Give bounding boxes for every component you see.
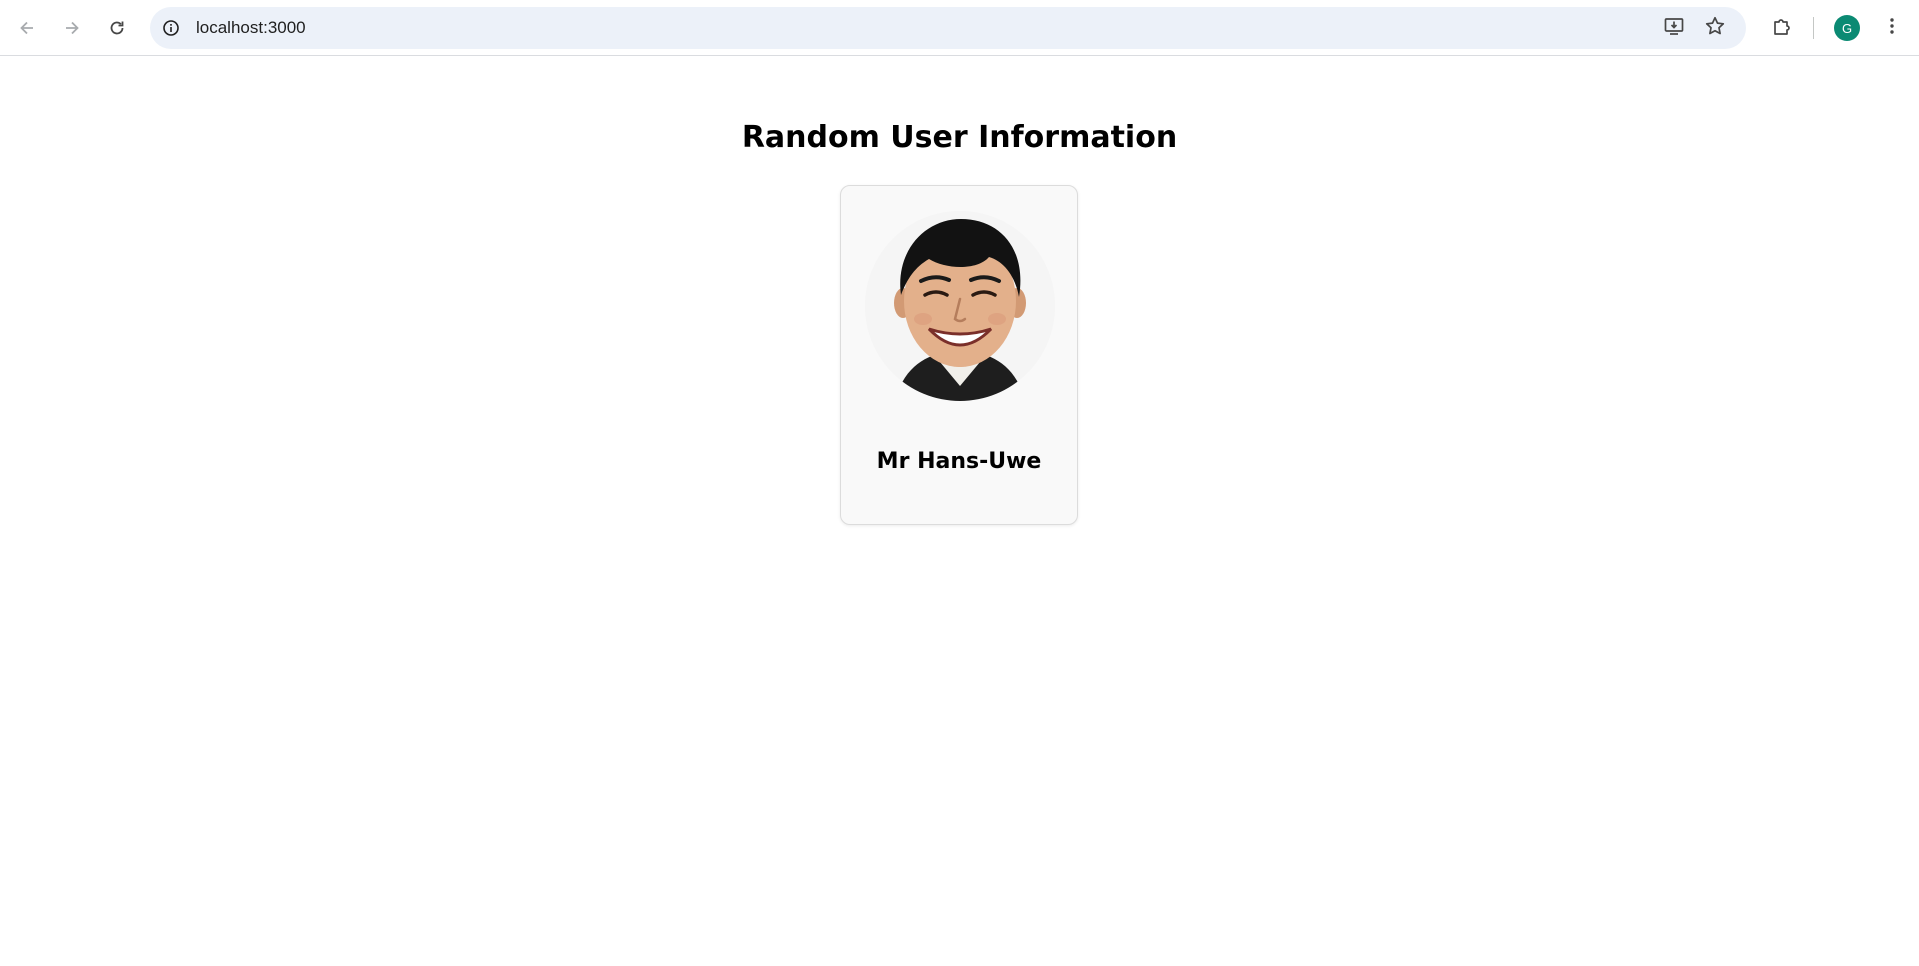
reload-icon: [107, 18, 127, 38]
user-card: Mr Hans-Uwe: [840, 185, 1078, 525]
profile-avatar[interactable]: G: [1834, 15, 1860, 41]
star-icon: [1704, 15, 1726, 42]
forward-button[interactable]: [54, 10, 90, 46]
info-icon[interactable]: [160, 17, 182, 39]
user-name: Mr Hans-Uwe: [876, 449, 1042, 474]
kebab-menu-icon: [1882, 16, 1902, 41]
extensions-button[interactable]: [1764, 10, 1800, 46]
user-avatar-photo: [865, 211, 1055, 401]
toolbar-divider: [1813, 17, 1814, 39]
reload-button[interactable]: [99, 10, 135, 46]
bookmark-button[interactable]: [1701, 14, 1729, 42]
arrow-right-icon: [62, 18, 82, 38]
install-app-icon: [1663, 15, 1685, 42]
address-bar[interactable]: localhost:3000: [150, 7, 1746, 49]
install-app-button[interactable]: [1660, 14, 1688, 42]
puzzle-icon: [1771, 15, 1793, 42]
page-title: Random User Information: [741, 120, 1178, 155]
back-button[interactable]: [9, 10, 45, 46]
browser-toolbar: localhost:3000 G: [0, 0, 1919, 56]
arrow-left-icon: [17, 18, 37, 38]
menu-button[interactable]: [1874, 10, 1910, 46]
profile-initial: G: [1841, 20, 1853, 36]
url-text[interactable]: localhost:3000: [196, 18, 306, 38]
